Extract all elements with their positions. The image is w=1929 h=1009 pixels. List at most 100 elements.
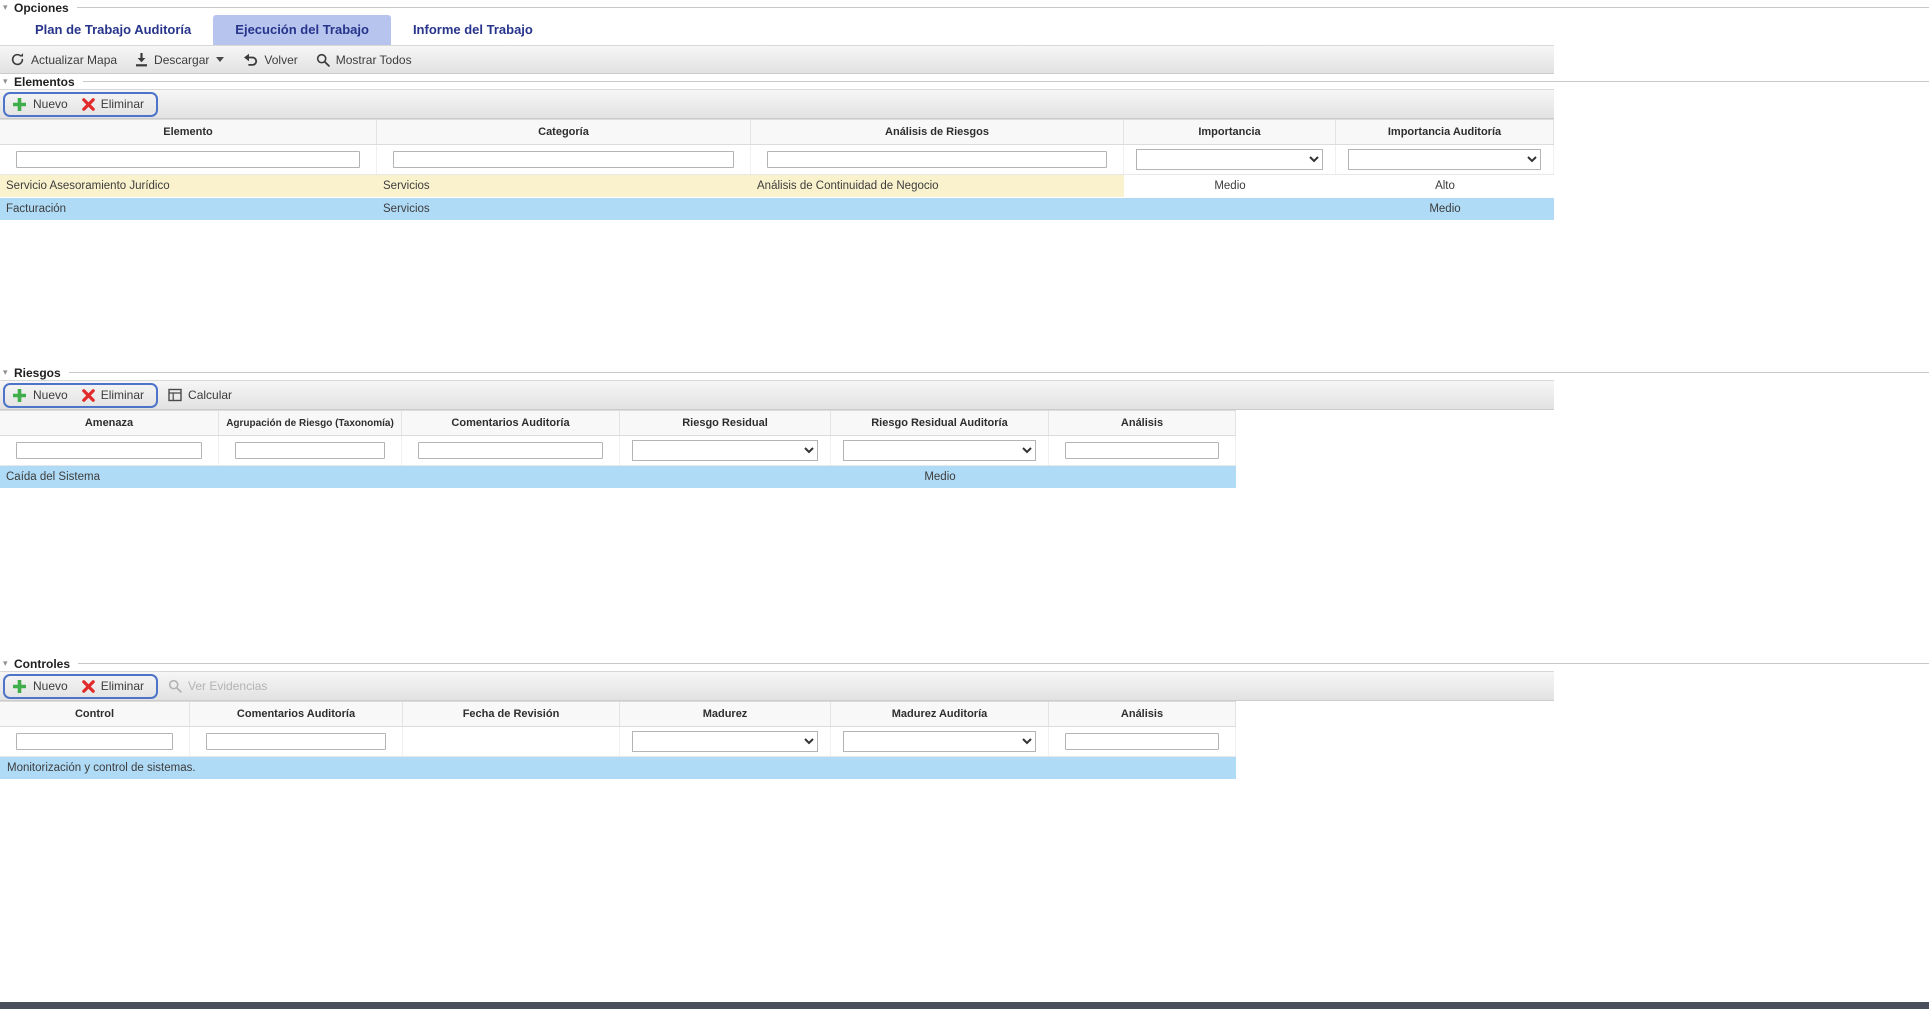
col-comentarios-auditoria[interactable]: Comentarios Auditoría [190, 702, 403, 726]
delete-x-icon [82, 389, 95, 402]
col-importancia-auditoria[interactable]: Importancia Auditoría [1336, 120, 1554, 144]
filter-comentarios-auditoria-input[interactable] [206, 733, 386, 750]
table-row[interactable]: Facturación Servicios Medio [0, 198, 1554, 221]
filter-cell [1124, 145, 1336, 174]
search-icon [316, 53, 330, 67]
collapse-opciones-icon[interactable]: ▾ [3, 2, 14, 13]
controles-empty-area [0, 780, 1929, 1002]
undo-arrow-icon [242, 53, 258, 66]
chevron-down-icon [216, 57, 224, 62]
controles-filter-row [0, 727, 1236, 757]
filter-cell [1336, 145, 1554, 174]
eliminar-label: Eliminar [101, 679, 144, 693]
col-analisis-de-riesgos[interactable]: Análisis de Riesgos [751, 120, 1124, 144]
col-importancia[interactable]: Importancia [1124, 120, 1336, 144]
col-madurez-auditoria[interactable]: Madurez Auditoría [831, 702, 1049, 726]
elementos-nuevo-button[interactable]: Nuevo [12, 97, 68, 112]
filter-categoria-input[interactable] [393, 151, 734, 168]
col-analisis[interactable]: Análisis [1049, 702, 1236, 726]
filter-importancia-select[interactable] [1136, 149, 1323, 170]
tab-informe-del-trabajo[interactable]: Informe del Trabajo [391, 15, 555, 45]
filter-amenaza-input[interactable] [16, 442, 202, 459]
col-elemento[interactable]: Elemento [0, 120, 377, 144]
elementos-header-row: Elemento Categoría Análisis de Riesgos I… [0, 119, 1554, 145]
main-toolbar: Actualizar Mapa Descargar Volver Mostrar… [0, 45, 1554, 74]
descargar-button[interactable]: Descargar [135, 52, 224, 67]
filter-madurez-select[interactable] [632, 731, 818, 752]
plus-icon [12, 388, 27, 403]
tab-ejecucion-del-trabajo[interactable]: Ejecución del Trabajo [213, 15, 391, 45]
elementos-table: Elemento Categoría Análisis de Riesgos I… [0, 119, 1554, 221]
col-comentarios-auditoria[interactable]: Comentarios Auditoría [402, 411, 620, 435]
filter-riesgo-residual-select[interactable] [632, 440, 818, 461]
filter-cell [1049, 436, 1236, 465]
filter-control-input[interactable] [16, 733, 173, 750]
controles-table: Control Comentarios Auditoría Fecha de R… [0, 701, 1236, 780]
cell-comentarios-auditoria [402, 466, 620, 488]
col-analisis[interactable]: Análisis [1049, 411, 1236, 435]
calcular-button[interactable]: Calcular [168, 388, 232, 402]
filter-analisis-input[interactable] [1065, 733, 1219, 750]
table-row[interactable]: Caída del Sistema Medio [0, 466, 1236, 489]
filter-importancia-auditoria-select[interactable] [1348, 149, 1541, 170]
cell-analisis-de-riesgos: Análisis de Continuidad de Negocio [751, 175, 1124, 197]
delete-x-icon [82, 98, 95, 111]
tab-plan-de-trabajo-auditoria[interactable]: Plan de Trabajo Auditoría [13, 15, 213, 45]
filter-analisis-riesgos-input[interactable] [767, 151, 1107, 168]
cell-categoria: Servicios [377, 175, 751, 197]
mostrar-todos-button[interactable]: Mostrar Todos [316, 53, 412, 67]
volver-button[interactable]: Volver [242, 53, 297, 67]
actualizar-mapa-button[interactable]: Actualizar Mapa [10, 52, 117, 67]
filter-cell [0, 727, 190, 756]
filter-analisis-input[interactable] [1065, 442, 1219, 459]
filter-cell [402, 436, 620, 465]
cell-riesgo-residual-auditoria: Medio [831, 466, 1049, 488]
col-amenaza[interactable]: Amenaza [0, 411, 219, 435]
filter-agrupacion-riesgo-input[interactable] [235, 442, 385, 459]
riesgos-eliminar-button[interactable]: Eliminar [82, 388, 144, 402]
cell-importancia-auditoria: Alto [1336, 175, 1554, 197]
col-categoria[interactable]: Categoría [377, 120, 751, 144]
col-riesgo-residual[interactable]: Riesgo Residual [620, 411, 831, 435]
filter-elemento-input[interactable] [16, 151, 360, 168]
col-agrupacion-riesgo[interactable]: Agrupación de Riesgo (Taxonomía) [219, 411, 402, 435]
col-fecha-revision[interactable]: Fecha de Revisión [403, 702, 620, 726]
table-row[interactable]: Monitorización y control de sistemas. [0, 757, 1236, 780]
cell-analisis [1049, 466, 1236, 488]
col-riesgo-residual-auditoria[interactable]: Riesgo Residual Auditoría [831, 411, 1049, 435]
elementos-eliminar-button[interactable]: Eliminar [82, 97, 144, 111]
cell-importancia-auditoria: Medio [1336, 198, 1554, 220]
riesgos-section-header: ▾ Riesgos [0, 365, 1929, 380]
delete-x-icon [82, 680, 95, 693]
filter-cell [831, 436, 1049, 465]
col-madurez[interactable]: Madurez [620, 702, 831, 726]
filter-cell [751, 145, 1124, 174]
collapse-controles-icon[interactable]: ▾ [3, 658, 14, 669]
calculate-sheet-icon [168, 388, 182, 402]
audit-app-root: ▾ Opciones Plan de Trabajo Auditoría Eje… [0, 0, 1929, 1009]
riesgos-filter-row [0, 436, 1236, 466]
refresh-icon [10, 52, 25, 67]
filter-comentarios-auditoria-input[interactable] [418, 442, 603, 459]
collapse-riesgos-icon[interactable]: ▾ [3, 367, 14, 378]
riesgos-nuevo-button[interactable]: Nuevo [12, 388, 68, 403]
filter-cell [0, 436, 219, 465]
controles-eliminar-button[interactable]: Eliminar [82, 679, 144, 693]
calcular-label: Calcular [188, 388, 232, 402]
cell-importancia [1124, 198, 1336, 220]
collapse-elementos-icon[interactable]: ▾ [3, 76, 14, 87]
table-row[interactable]: Servicio Asesoramiento Jurídico Servicio… [0, 175, 1554, 198]
search-icon [168, 679, 182, 693]
cell-elemento: Servicio Asesoramiento Jurídico [0, 175, 377, 197]
col-control[interactable]: Control [0, 702, 190, 726]
ver-evidencias-button[interactable]: Ver Evidencias [168, 679, 267, 693]
filter-madurez-auditoria-select[interactable] [843, 731, 1036, 752]
filter-cell [1049, 727, 1236, 756]
filter-cell [831, 727, 1049, 756]
filter-riesgo-residual-auditoria-select[interactable] [843, 440, 1036, 461]
filter-cell [403, 727, 620, 756]
riesgos-legend-label: Riesgos [14, 366, 61, 380]
nuevo-label: Nuevo [33, 679, 68, 693]
controles-nuevo-button[interactable]: Nuevo [12, 679, 68, 694]
cell-control: Monitorización y control de sistemas. [7, 762, 196, 774]
